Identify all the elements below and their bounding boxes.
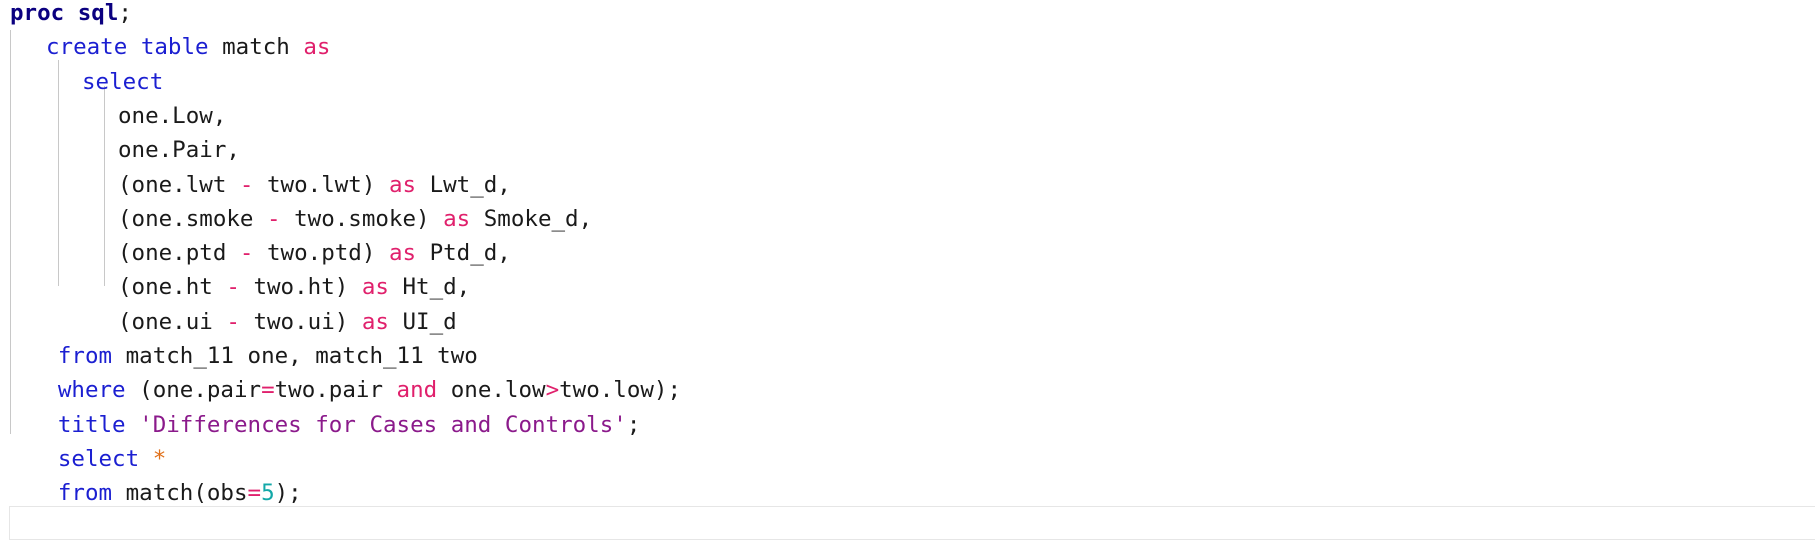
code-line: (one.ptd - two.ptd) as Ptd_d, xyxy=(118,240,511,274)
code-token: one.low xyxy=(437,377,546,404)
code-token: from xyxy=(57,480,113,507)
code-token: match_11 one, match_11 two xyxy=(112,343,478,369)
code-token: from xyxy=(57,343,113,369)
next-cell-input[interactable] xyxy=(9,506,1815,540)
code-token: - xyxy=(226,308,240,335)
code-token: - xyxy=(239,171,254,198)
code-token: as xyxy=(361,274,389,301)
indent-guide-create xyxy=(58,60,59,286)
code-token: two.ptd) xyxy=(253,240,389,267)
code-token: two.low); xyxy=(559,377,682,404)
code-line: proc sql; xyxy=(10,0,132,34)
code-token: two.ht) xyxy=(239,274,362,301)
code-token: and xyxy=(396,377,438,404)
code-token: = xyxy=(247,480,262,507)
code-line: where (one.pair=two.pair and one.low>two… xyxy=(58,377,681,411)
code-token: two.lwt) xyxy=(253,171,389,198)
code-token: one.Low, xyxy=(118,102,227,129)
code-token: as xyxy=(361,308,389,335)
code-token: title xyxy=(57,411,126,438)
code-token: select xyxy=(82,68,164,95)
indent-guide-select xyxy=(104,86,105,286)
code-token: (one.pair xyxy=(125,377,262,404)
code-token: two.pair xyxy=(274,377,397,404)
code-token: - xyxy=(239,240,254,267)
code-line: title 'Differences for Cases and Control… xyxy=(58,412,641,446)
code-token: match xyxy=(208,34,304,61)
code-token: two.smoke) xyxy=(280,205,444,232)
code-line: (one.ui - two.ui) as UI_d xyxy=(118,309,457,343)
code-token: Smoke_d, xyxy=(470,205,593,232)
code-token: (one.ptd xyxy=(118,240,240,267)
code-token: ; xyxy=(626,411,641,438)
code-token: as xyxy=(303,34,331,61)
code-line: create table match as xyxy=(46,34,330,68)
code-line: one.Pair, xyxy=(118,137,240,171)
code-token: create table xyxy=(46,34,209,61)
code-token: (one.ui xyxy=(118,308,227,335)
code-editor[interactable]: proc sql; create table match as select one.… xyxy=(0,0,1815,543)
code-token: > xyxy=(545,377,560,404)
code-token: 'Differences for Cases and Controls' xyxy=(139,411,627,438)
code-line: select * xyxy=(58,446,166,480)
code-token: * xyxy=(152,445,167,472)
code-token: one.Pair, xyxy=(118,137,240,164)
code-token: proc sql xyxy=(10,0,119,26)
code-token: ; xyxy=(118,0,132,26)
code-token: two.ui) xyxy=(239,308,362,335)
code-token: 5 xyxy=(261,480,275,507)
code-token: Ht_d, xyxy=(388,274,471,301)
code-token: select xyxy=(57,445,140,472)
code-token: where xyxy=(57,377,126,404)
code-token: as xyxy=(388,171,417,198)
code-token: as xyxy=(388,240,417,267)
code-token: (one.smoke xyxy=(118,205,268,232)
code-token: (one.lwt xyxy=(118,171,240,198)
code-token: UI_d xyxy=(388,308,457,335)
code-line: select xyxy=(82,69,163,103)
code-line: (one.lwt - two.lwt) as Lwt_d, xyxy=(118,172,511,206)
code-token: as xyxy=(443,205,471,232)
code-line: (one.ht - two.ht) as Ht_d, xyxy=(118,274,470,308)
code-token: Lwt_d, xyxy=(416,171,511,198)
code-token: Ptd_d, xyxy=(416,240,511,267)
code-token: ); xyxy=(274,480,302,507)
indent-guide-proc xyxy=(10,30,11,434)
code-token: (one.ht xyxy=(118,274,227,301)
code-line: one.Low, xyxy=(118,103,226,137)
code-token: - xyxy=(267,205,281,232)
code-token: - xyxy=(226,274,240,301)
code-line: from match_11 one, match_11 two xyxy=(58,343,478,377)
code-token: = xyxy=(261,377,275,404)
code-line: (one.smoke - two.smoke) as Smoke_d, xyxy=(118,206,592,240)
code-token: match(obs xyxy=(112,480,248,507)
